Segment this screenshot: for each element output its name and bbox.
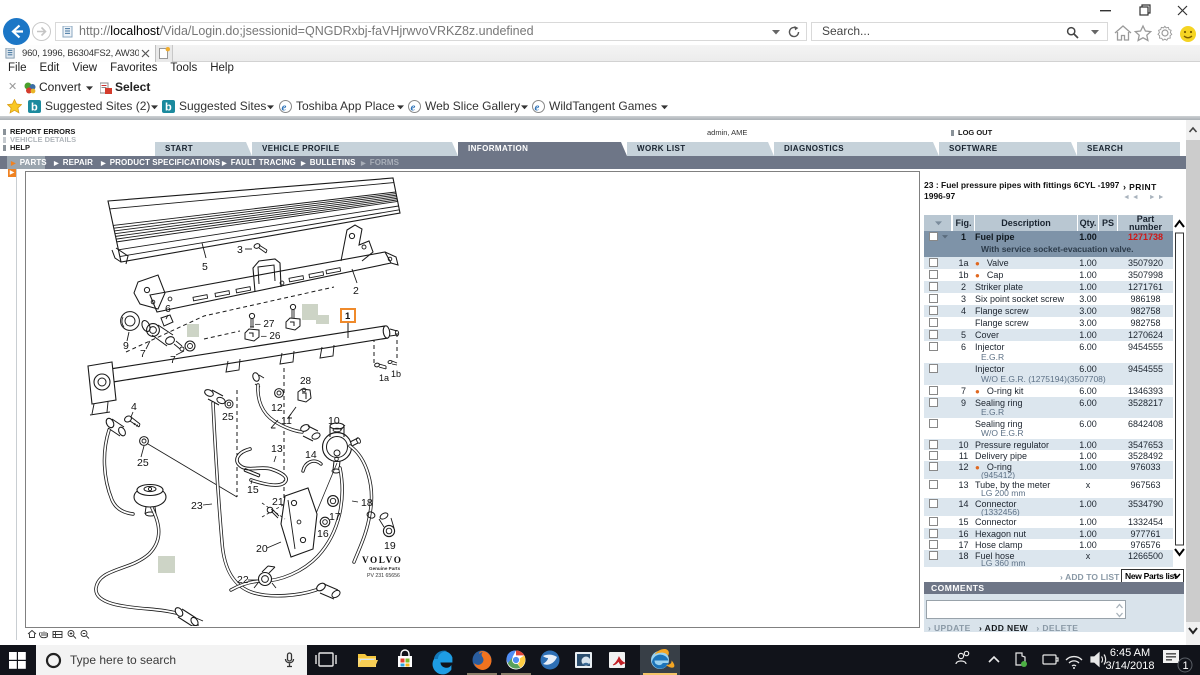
svg-text:28: 28 [300, 376, 312, 387]
svg-text:1: 1 [1183, 660, 1189, 672]
svg-text:21: 21 [272, 496, 284, 508]
svg-text:10: 10 [328, 415, 340, 427]
svg-text:1b: 1b [391, 369, 401, 379]
svg-text:17: 17 [329, 511, 341, 523]
svg-text:1a: 1a [379, 373, 389, 383]
svg-text:e: e [535, 102, 540, 114]
svg-text:6: 6 [165, 303, 171, 315]
svg-text:9: 9 [123, 340, 129, 352]
svg-text:1: 1 [345, 311, 351, 322]
svg-text:12: 12 [271, 402, 283, 414]
svg-text:18: 18 [361, 497, 373, 509]
svg-text:– 26: – 26 [261, 331, 281, 342]
svg-text:PV 231 65656: PV 231 65656 [367, 573, 400, 579]
svg-text:5: 5 [202, 261, 208, 273]
svg-text:11: 11 [281, 415, 292, 427]
svg-text:25: 25 [222, 411, 234, 423]
svg-text:19: 19 [384, 540, 396, 552]
svg-text:e: e [411, 102, 416, 114]
svg-text:20: 20 [256, 543, 268, 555]
svg-text:e: e [282, 102, 287, 114]
svg-text:14: 14 [305, 449, 317, 461]
svg-text:b: b [31, 102, 38, 114]
svg-text:VOLVO: VOLVO [362, 555, 402, 565]
svg-text:7: 7 [140, 348, 146, 360]
svg-text:13: 13 [271, 443, 283, 455]
svg-text:b: b [165, 102, 172, 114]
svg-text:15: 15 [247, 484, 259, 496]
svg-text:7: 7 [170, 354, 176, 366]
svg-text:Genuine Parts: Genuine Parts [369, 566, 401, 571]
svg-text:23: 23 [191, 500, 203, 512]
svg-text:16: 16 [317, 528, 329, 540]
svg-text:22: 22 [237, 574, 249, 586]
svg-text:2: 2 [353, 285, 359, 297]
svg-text:25: 25 [137, 457, 149, 469]
svg-text:4: 4 [131, 401, 137, 413]
svg-text:– 27: – 27 [255, 319, 275, 330]
svg-text:3: 3 [237, 244, 243, 256]
